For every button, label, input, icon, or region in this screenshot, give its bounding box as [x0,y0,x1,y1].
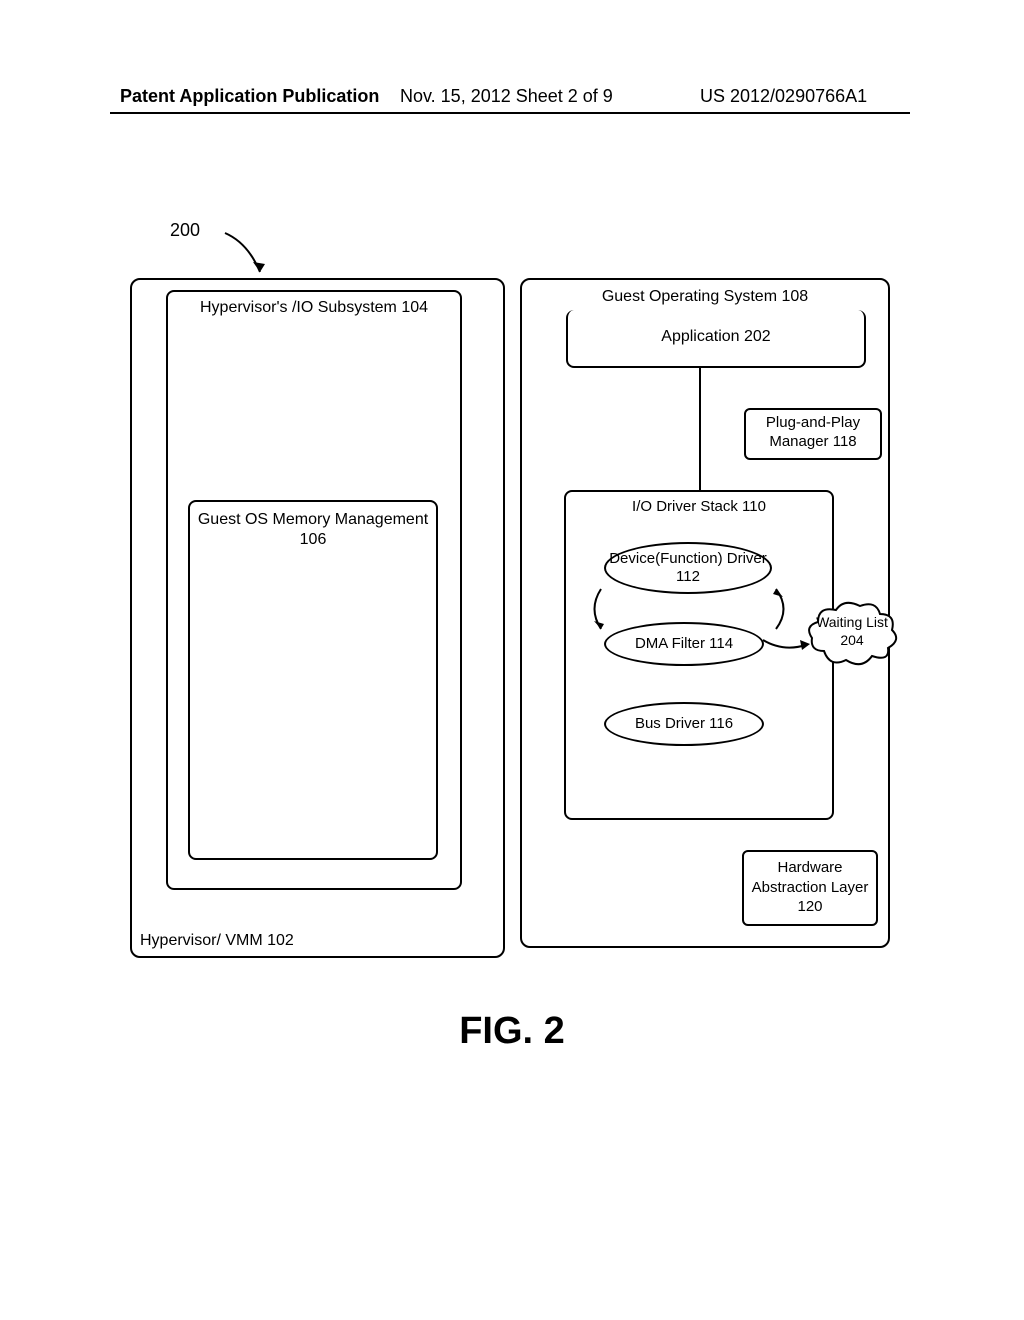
guest-os-label: Guest Operating System 108 [522,288,888,306]
guest-os-memory-box: Guest OS Memory Management 106 [188,500,438,860]
application-box: Application 202 [566,310,866,368]
plug-and-play-box: Plug-and-Play Manager 118 [744,408,882,460]
guest-os-box: Guest Operating System 108 Application 2… [520,278,890,948]
reference-200: 200 [170,220,200,241]
figure-area: 200 Hypervisor/ VMM 102 Hypervisor's /IO… [130,220,890,1000]
header-right: US 2012/0290766A1 [700,86,867,107]
dma-filter-ellipse: DMA Filter 114 [604,622,764,666]
header-rule [110,112,910,114]
io-driver-stack-label: I/O Driver Stack 110 [566,498,832,515]
io-subsystem-label: Hypervisor's /IO Subsystem 104 [168,298,460,318]
arrow-dma-to-device-icon [746,584,796,634]
io-driver-stack-box: I/O Driver Stack 110 Device(Function) Dr… [564,490,834,820]
device-driver-ellipse: Device(Function) Driver 112 [604,542,772,594]
bus-driver-ellipse: Bus Driver 116 [604,702,764,746]
arrow-device-to-dma-icon [586,584,636,634]
hardware-abstraction-box: Hardware Abstraction Layer 120 [742,850,878,926]
header-mid: Nov. 15, 2012 Sheet 2 of 9 [400,86,613,107]
reference-arrow-icon [220,228,270,278]
header-left: Patent Application Publication [120,86,379,107]
hypervisor-vmm-label: Hypervisor/ VMM 102 [140,932,294,950]
page: Patent Application Publication Nov. 15, … [0,0,1024,1320]
guest-os-memory-label: Guest OS Memory Management 106 [190,510,436,550]
figure-caption: FIG. 2 [0,1010,1024,1053]
waiting-list-cloud: Waiting List 204 [804,596,900,672]
waiting-list-label: Waiting List 204 [804,614,900,649]
